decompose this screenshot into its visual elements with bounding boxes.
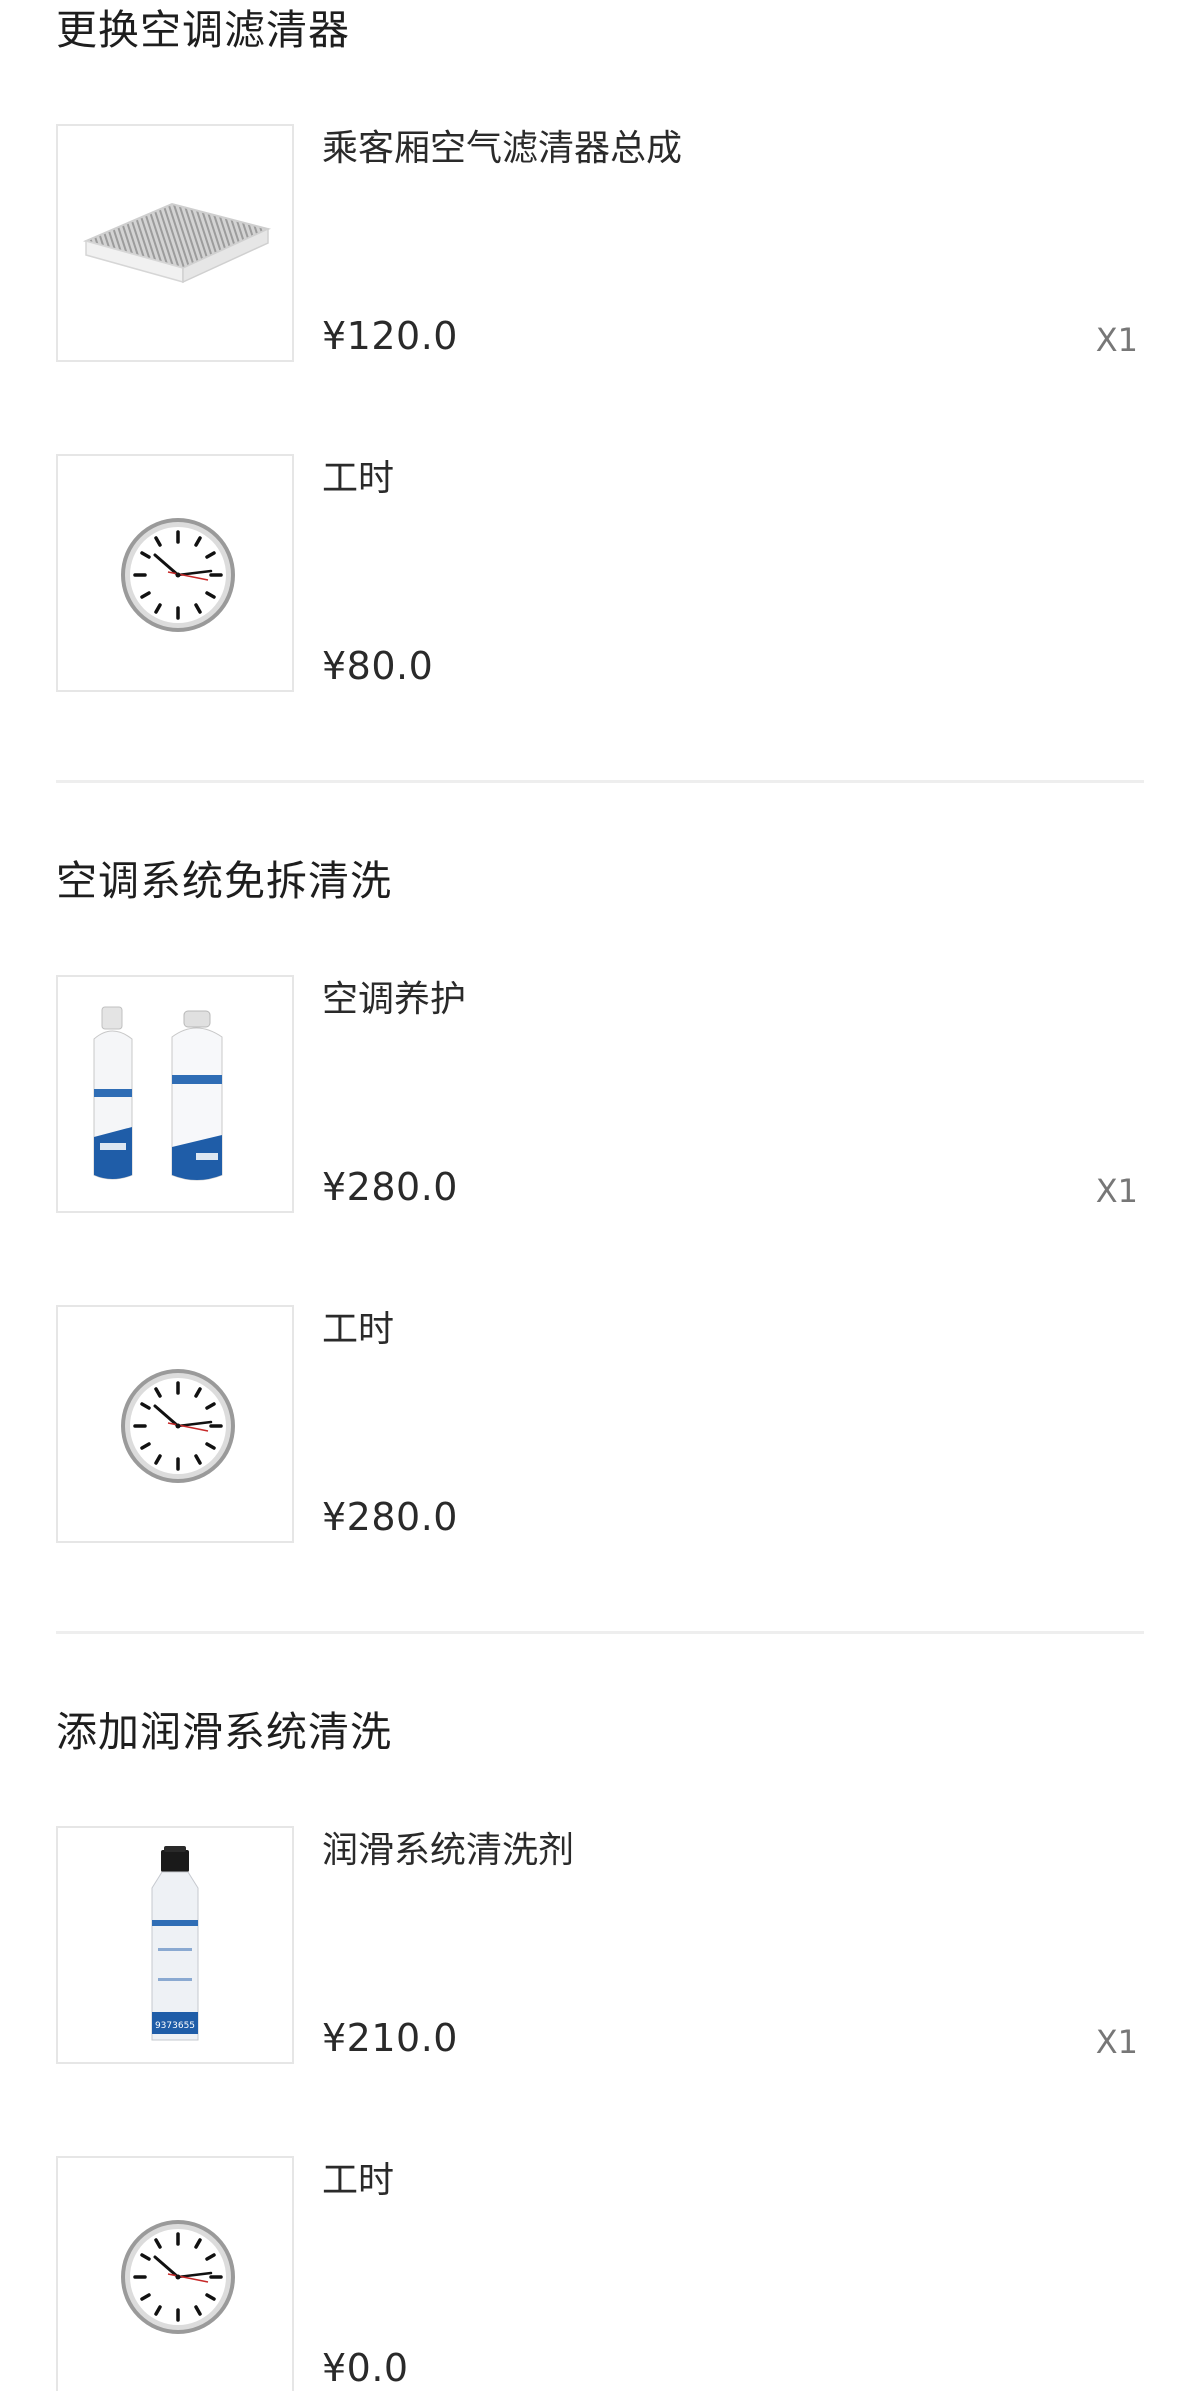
labor-item[interactable]: 工时 ¥80.0 (56, 454, 1144, 696)
item-price: ¥210.0 (322, 2016, 458, 2060)
clock-icon (121, 1369, 235, 1483)
service-items-page: 更换空调滤清器 乘客厢空气滤清器总成 ¥120.0 X1 工时 ¥80.0 空调… (0, 0, 1198, 2391)
item-name: 空调养护 (322, 979, 467, 1020)
item-name: 工时 (322, 458, 395, 499)
section-title: 添加润滑系统清洗 (56, 1708, 392, 1756)
ac-cleaner-cans-icon (93, 1006, 223, 1181)
item-price: ¥80.0 (322, 644, 434, 688)
item-price: ¥280.0 (322, 1165, 458, 1209)
section-title: 空调系统免拆清洗 (56, 857, 392, 905)
part-item[interactable]: 空调养护 ¥280.0 X1 (56, 975, 1144, 1217)
section-title: 更换空调滤清器 (56, 6, 350, 54)
item-name: 润滑系统清洗剂 (322, 1830, 575, 1871)
item-name: 工时 (322, 2160, 395, 2201)
item-quantity: X1 (1095, 2023, 1138, 2061)
labor-item[interactable]: 工时 ¥280.0 (56, 1305, 1144, 1547)
lubrication-cleaner-bottle-icon: 9373655 (151, 1846, 199, 2041)
labor-item[interactable]: 工时 ¥0.0 (56, 2156, 1144, 2391)
item-name: 工时 (322, 1309, 395, 1350)
item-name: 乘客厢空气滤清器总成 (322, 128, 683, 169)
labor-clock-image (56, 1305, 294, 1543)
cabin-air-filter-image (56, 124, 294, 362)
cabin-air-filter-icon (82, 202, 271, 284)
part-item[interactable]: 乘客厢空气滤清器总成 ¥120.0 X1 (56, 124, 1144, 366)
item-quantity: X1 (1095, 321, 1138, 359)
item-price: ¥280.0 (322, 1495, 458, 1539)
clock-icon (121, 2220, 235, 2334)
section-divider (56, 780, 1144, 783)
item-price: ¥0.0 (322, 2346, 409, 2390)
labor-clock-image (56, 454, 294, 692)
item-price: ¥120.0 (322, 314, 458, 358)
item-quantity: X1 (1095, 1172, 1138, 1210)
clock-icon (121, 518, 235, 632)
section-divider (56, 1631, 1144, 1634)
bottle-label-code: 9373655 (155, 2021, 195, 2031)
part-item[interactable]: 9373655 润滑系统清洗剂 ¥210.0 X1 (56, 1826, 1144, 2068)
labor-clock-image (56, 2156, 294, 2391)
ac-cleaner-cans-image (56, 975, 294, 1213)
lubrication-cleaner-bottle-image: 9373655 (56, 1826, 294, 2064)
